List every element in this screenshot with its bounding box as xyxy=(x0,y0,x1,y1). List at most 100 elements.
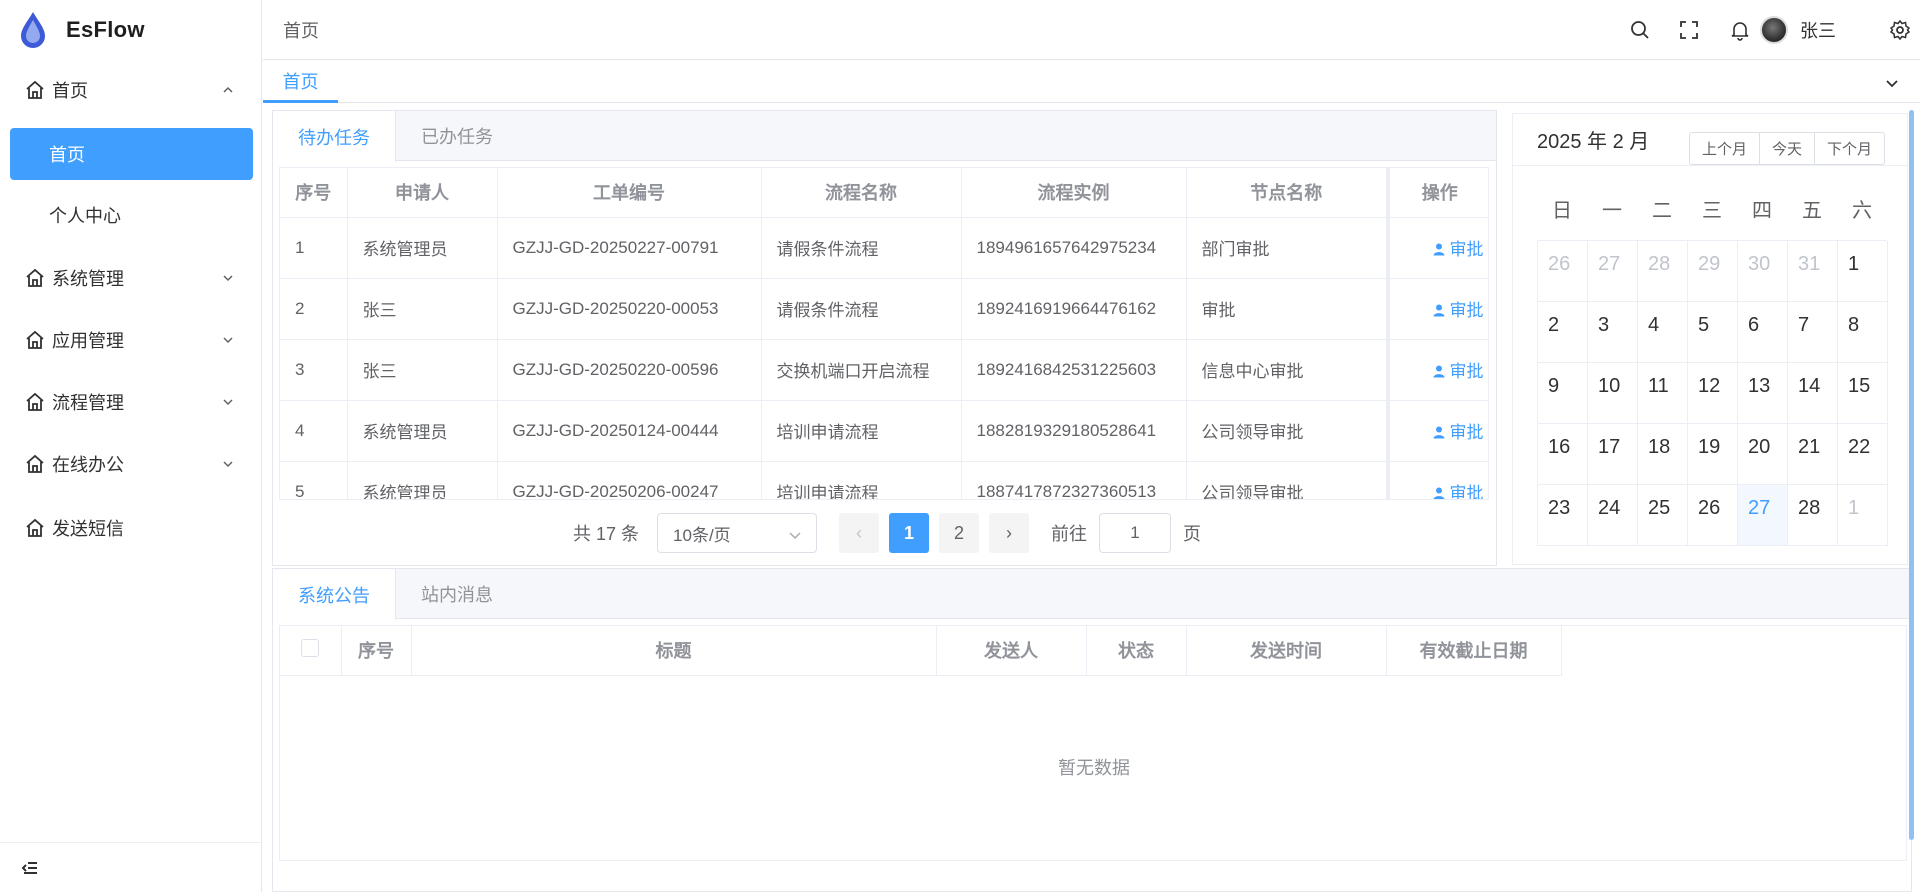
sidebar: EsFlow 首页 首页 个人中心 系统管理 应用管理 流程管理 在线办公 发送… xyxy=(0,0,262,892)
calendar-day[interactable]: 9 xyxy=(1538,363,1588,424)
settings-gear-icon[interactable] xyxy=(1889,19,1911,41)
menu-sms[interactable]: 发送短信 xyxy=(0,500,262,556)
prev-page-button[interactable]: ‹ xyxy=(839,513,880,553)
submenu-profile[interactable]: 个人中心 xyxy=(10,189,253,241)
column-header: 序号 xyxy=(280,168,348,218)
search-icon[interactable] xyxy=(1629,19,1651,41)
approve-link[interactable]: 审批 xyxy=(1388,400,1488,462)
calendar-day[interactable]: 10 xyxy=(1588,363,1638,424)
submenu-home[interactable]: 首页 xyxy=(10,128,253,180)
tag-home[interactable]: 首页 xyxy=(263,61,338,103)
table-cell: 交换机端口开启流程 xyxy=(761,339,962,401)
calendar-day[interactable]: 1 xyxy=(1838,485,1888,546)
calendar-day[interactable]: 28 xyxy=(1788,485,1838,546)
menu-apps[interactable]: 应用管理 xyxy=(0,312,262,368)
page-button[interactable]: 2 xyxy=(939,513,980,553)
fullscreen-icon[interactable] xyxy=(1678,19,1700,41)
tasks-table: 序号 申请人 工单编号 流程名称 流程实例 节点名称 操作 1 系统管理员 GZJJ… xyxy=(280,168,1488,499)
home-icon xyxy=(26,392,44,411)
chevron-down-icon xyxy=(223,399,233,406)
calendar-day[interactable]: 26 xyxy=(1538,241,1588,302)
calendar-day[interactable]: 31 xyxy=(1788,241,1838,302)
calendar-day[interactable]: 5 xyxy=(1688,302,1738,363)
user-icon xyxy=(1433,243,1444,256)
calendar-day[interactable]: 11 xyxy=(1638,363,1688,424)
table-header-row: 序号 申请人 工单编号 流程名称 流程实例 节点名称 操作 xyxy=(280,168,1488,218)
pager-total: 共 17 条 xyxy=(573,524,640,544)
breadcrumb[interactable]: 首页 xyxy=(283,17,319,43)
tab-todo[interactable]: 待办任务 xyxy=(273,111,396,162)
calendar-day[interactable]: 21 xyxy=(1788,424,1838,485)
calendar-day[interactable]: 19 xyxy=(1688,424,1738,485)
calendar-day[interactable]: 20 xyxy=(1738,424,1788,485)
calendar-day[interactable]: 12 xyxy=(1688,363,1738,424)
table-cell: 张三 xyxy=(347,339,498,401)
page-unit-label: 页 xyxy=(1183,524,1202,544)
table-cell: 1892416842531225603 xyxy=(961,339,1187,401)
calendar-day[interactable]: 3 xyxy=(1588,302,1638,363)
table-cell: GZJJ-GD-20250227-00791 xyxy=(497,217,762,279)
table-row: 2 张三 GZJJ-GD-20250220-00053 请假条件流程 189241691… xyxy=(280,278,1488,340)
tasks-table-wrap: 序号 申请人 工单编号 流程名称 流程实例 节点名称 操作 1 系统管理员 GZJJ… xyxy=(279,167,1489,500)
table-cell: 请假条件流程 xyxy=(761,217,962,279)
sidebar-collapse-button[interactable] xyxy=(0,842,262,892)
calendar-day[interactable]: 23 xyxy=(1538,485,1588,546)
today-button[interactable]: 今天 xyxy=(1760,133,1815,164)
calendar-day[interactable]: 17 xyxy=(1588,424,1638,485)
approve-link[interactable]: 审批 xyxy=(1388,217,1488,279)
user-menu[interactable]: 张三 xyxy=(1760,16,1836,44)
calendar-day[interactable]: 22 xyxy=(1838,424,1888,485)
next-month-button[interactable]: 下个月 xyxy=(1815,133,1884,164)
menu-office[interactable]: 在线办公 xyxy=(0,436,262,492)
table-row: 4 系统管理员 GZJJ-GD-20250124-00444 培训申请流程 188281… xyxy=(280,400,1488,462)
calendar-day[interactable]: 27 xyxy=(1588,241,1638,302)
calendar-day[interactable]: 1 xyxy=(1838,241,1888,302)
logo[interactable]: EsFlow xyxy=(0,0,261,60)
calendar-day[interactable]: 14 xyxy=(1788,363,1838,424)
page-size-select[interactable]: 10条/页 xyxy=(657,513,818,553)
next-page-button[interactable]: › xyxy=(989,513,1030,553)
calendar-day[interactable]: 28 xyxy=(1638,241,1688,302)
bell-icon[interactable] xyxy=(1729,19,1751,41)
calendar-day[interactable]: 7 xyxy=(1788,302,1838,363)
user-icon xyxy=(1433,426,1444,439)
weekday-label: 二 xyxy=(1652,200,1672,222)
page-scrollbar[interactable] xyxy=(1909,110,1914,840)
page-button[interactable]: 1 xyxy=(889,513,930,553)
calendar-day[interactable]: 6 xyxy=(1738,302,1788,363)
approve-link[interactable]: 审批 xyxy=(1388,461,1488,499)
calendar-day[interactable]: 13 xyxy=(1738,363,1788,424)
calendar: 2025 年 2 月 上个月 今天 下个月 日一二三四五六 26 27 28 29 30… xyxy=(1512,113,1908,565)
menu-home[interactable]: 首页 xyxy=(0,62,262,118)
approve-link[interactable]: 审批 xyxy=(1388,278,1488,340)
tab-messages[interactable]: 站内消息 xyxy=(396,569,519,619)
calendar-day[interactable]: 16 xyxy=(1538,424,1588,485)
table-cell: 4 xyxy=(280,400,348,462)
calendar-day[interactable]: 15 xyxy=(1838,363,1888,424)
calendar-day[interactable]: 30 xyxy=(1738,241,1788,302)
column-header: 序号 xyxy=(341,626,412,676)
tab-done[interactable]: 已办任务 xyxy=(396,111,519,161)
calendar-day[interactable]: 26 xyxy=(1688,485,1738,546)
column-header: 发送人 xyxy=(936,626,1087,676)
table-cell: 公司领导审批 xyxy=(1186,461,1390,499)
chevron-down-icon[interactable] xyxy=(1884,75,1900,91)
calendar-day[interactable]: 2 xyxy=(1538,302,1588,363)
calendar-day[interactable]: 25 xyxy=(1638,485,1688,546)
menu-workflow[interactable]: 流程管理 xyxy=(0,374,262,430)
tab-announcements[interactable]: 系统公告 xyxy=(273,569,396,620)
calendar-day[interactable]: 8 xyxy=(1838,302,1888,363)
calendar-day[interactable]: 29 xyxy=(1688,241,1738,302)
select-all-checkbox[interactable] xyxy=(301,638,320,657)
calendar-day[interactable]: 4 xyxy=(1638,302,1688,363)
table-row: 5 系统管理员 GZJJ-GD-20250206-00247 培训申请流程 188741… xyxy=(280,461,1488,499)
prev-month-button[interactable]: 上个月 xyxy=(1690,133,1760,164)
column-header: 流程实例 xyxy=(961,168,1187,218)
calendar-day[interactable]: 18 xyxy=(1638,424,1688,485)
approve-link[interactable]: 审批 xyxy=(1388,339,1488,401)
calendar-day[interactable]: 27 xyxy=(1738,485,1788,546)
goto-label: 前往 xyxy=(1051,524,1088,544)
goto-page-input[interactable]: 1 xyxy=(1099,513,1172,553)
menu-system[interactable]: 系统管理 xyxy=(0,250,262,306)
calendar-day[interactable]: 24 xyxy=(1588,485,1638,546)
